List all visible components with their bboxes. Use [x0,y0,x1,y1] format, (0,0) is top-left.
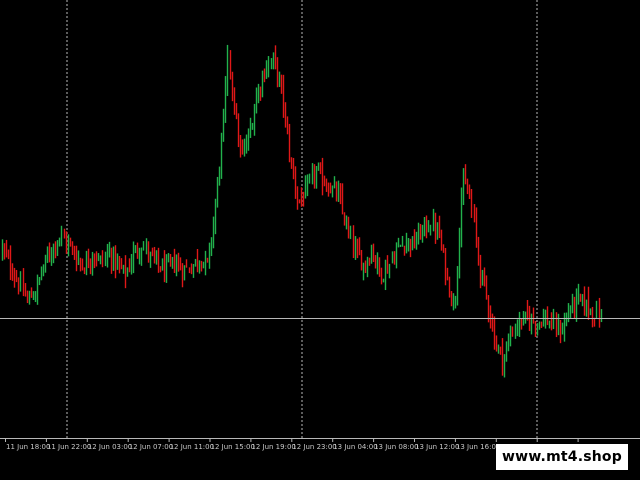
time-tick-label: 12 Jun 07:00 [129,443,173,451]
time-tick-label: 13 Jun 04:00 [333,443,377,451]
grid-lines [66,0,538,438]
time-tick-label: 12 Jun 15:00 [211,443,255,451]
watermark-text: www.mt4.shop [502,449,622,465]
time-tick-label: 12 Jun 11:00 [170,443,214,451]
price-chart[interactable]: 11 Jun 18:00 11 Jun 22:00 12 Jun 03:00 12 J… [0,0,640,480]
time-tick-label: 12 Jun 23:00 [292,443,336,451]
watermark-badge: www.mt4.shop [496,444,628,470]
time-tick-label: 11 Jun 22:00 [47,443,91,451]
time-tick-label: 13 Jun 12:00 [415,443,459,451]
candles [1,44,603,378]
time-tick-label: 12 Jun 03:00 [88,443,132,451]
time-tick-label: 13 Jun 16:00 [456,443,500,451]
time-tick-label: 11 Jun 18:00 [6,443,50,451]
time-tick-label: 12 Jun 19:00 [251,443,295,451]
time-tick-label: 13 Jun 08:00 [374,443,418,451]
